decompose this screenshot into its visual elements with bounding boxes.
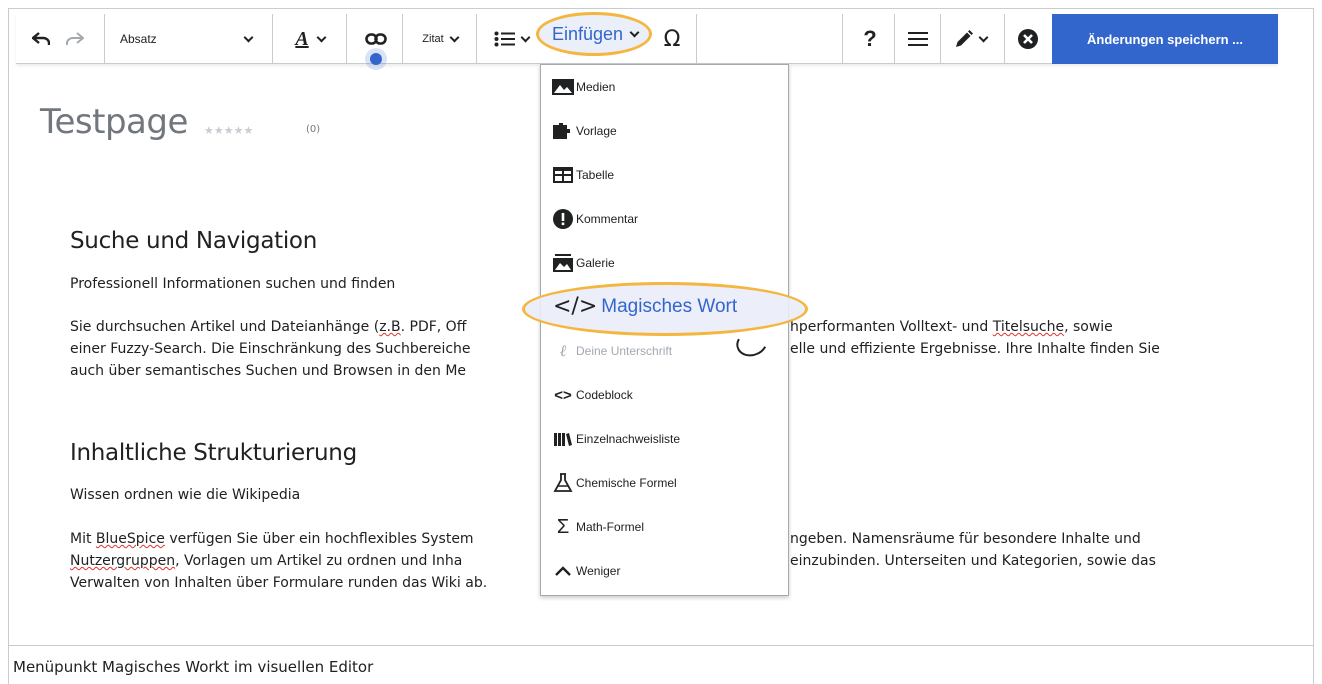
menu-item-magic-word[interactable]: </> Magisches Wort — [553, 294, 737, 319]
menu-icon — [908, 32, 928, 46]
section-subheading: Wissen ordnen wie die Wikipedia — [70, 487, 301, 503]
menu-item-less[interactable]: Weniger — [541, 549, 790, 593]
chevron-up-icon — [552, 560, 574, 582]
section-paragraph-continued: ngeben. Namensräume für besondere Inhalt… — [790, 531, 1156, 569]
edit-mode-button[interactable] — [946, 14, 996, 64]
redo-icon[interactable] — [60, 14, 90, 64]
section-heading: Inhaltliche Strukturierung — [70, 440, 357, 466]
menu-item-math-formula[interactable]: Σ Math-Formel — [541, 505, 790, 549]
cite-button[interactable]: Zitat — [410, 14, 470, 64]
insert-menu-button[interactable]: Einfügen — [542, 14, 648, 54]
image-icon — [552, 76, 574, 98]
menu-item-media[interactable]: Medien — [541, 65, 790, 109]
puzzle-icon — [552, 120, 574, 142]
help-icon: ? — [863, 26, 877, 51]
menu-item-chem-formula[interactable]: Chemische Formel — [541, 461, 790, 505]
menu-item-comment[interactable]: Kommentar — [541, 197, 790, 241]
text-style-icon: A — [295, 27, 309, 50]
menu-item-codeblock[interactable]: <> Codeblock — [541, 373, 790, 417]
undo-icon[interactable] — [26, 14, 56, 64]
flask-icon — [552, 472, 574, 494]
help-button[interactable]: ? — [852, 14, 888, 64]
code-slash-icon: </> — [553, 294, 598, 319]
bullet-list-icon — [494, 31, 515, 47]
sigma-icon: Σ — [556, 515, 570, 538]
close-circle-icon — [1018, 29, 1038, 49]
chevron-down-icon — [978, 32, 989, 42]
section-heading: Suche und Navigation — [70, 228, 317, 254]
chevron-down-icon — [520, 32, 530, 42]
special-character-button[interactable]: Ω — [654, 14, 690, 64]
references-icon — [552, 428, 574, 450]
cancel-button[interactable] — [1010, 14, 1046, 64]
gallery-icon — [552, 252, 574, 274]
caption-bar: Menüpunkt Magisches Workt im visuellen E… — [8, 646, 1314, 684]
page-options-button[interactable] — [900, 14, 936, 64]
signature-icon: ℓ — [559, 341, 567, 360]
chevron-down-icon[interactable] — [238, 14, 258, 64]
menu-item-gallery[interactable]: Galerie — [541, 241, 790, 285]
text-style-button[interactable]: A — [288, 14, 332, 64]
link-icon — [365, 33, 387, 45]
menu-item-references[interactable]: Einzelnachweisliste — [541, 417, 790, 461]
image-caption: Menüpunkt Magisches Workt im visuellen E… — [13, 658, 374, 676]
section-paragraph-continued: hperformanten Volltext- und Titelsuche, … — [790, 319, 1160, 357]
omega-icon: Ω — [663, 26, 681, 52]
alert-icon — [552, 208, 574, 230]
insert-menu-label: Einfügen — [551, 23, 624, 44]
section-paragraph: Sie durchsuchen Artikel und Dateianhänge… — [70, 319, 471, 379]
editor-toolbar: Absatz A Zitat Einfügen Ω ? Änderungen s… — [16, 12, 1278, 64]
section-subheading: Professionell Informationen suchen und f… — [70, 276, 396, 292]
magic-word-label: Magisches Wort — [601, 295, 738, 317]
link-context-dot — [370, 53, 382, 65]
table-icon — [552, 164, 574, 186]
paragraph-format-label: Absatz — [120, 32, 157, 46]
section-paragraph: Mit BlueSpice verfügen Sie über ein hoch… — [70, 531, 488, 591]
chevron-down-icon — [316, 32, 327, 42]
pencil-icon — [956, 30, 973, 47]
rating-count: (0) — [306, 124, 321, 135]
cite-label: Zitat — [422, 33, 444, 45]
chevron-down-icon — [449, 32, 460, 42]
code-icon: <> — [554, 386, 572, 404]
page-title: Testpage — [40, 102, 188, 142]
chevron-down-icon — [629, 27, 640, 37]
menu-item-template[interactable]: Vorlage — [541, 109, 790, 153]
save-changes-label: Änderungen speichern ... — [1086, 31, 1244, 47]
save-changes-button[interactable]: Änderungen speichern ... — [1052, 14, 1278, 64]
rating-stars[interactable]: ★★★★★ — [204, 124, 253, 137]
list-button[interactable] — [484, 14, 538, 64]
menu-item-table[interactable]: Tabelle — [541, 153, 790, 197]
